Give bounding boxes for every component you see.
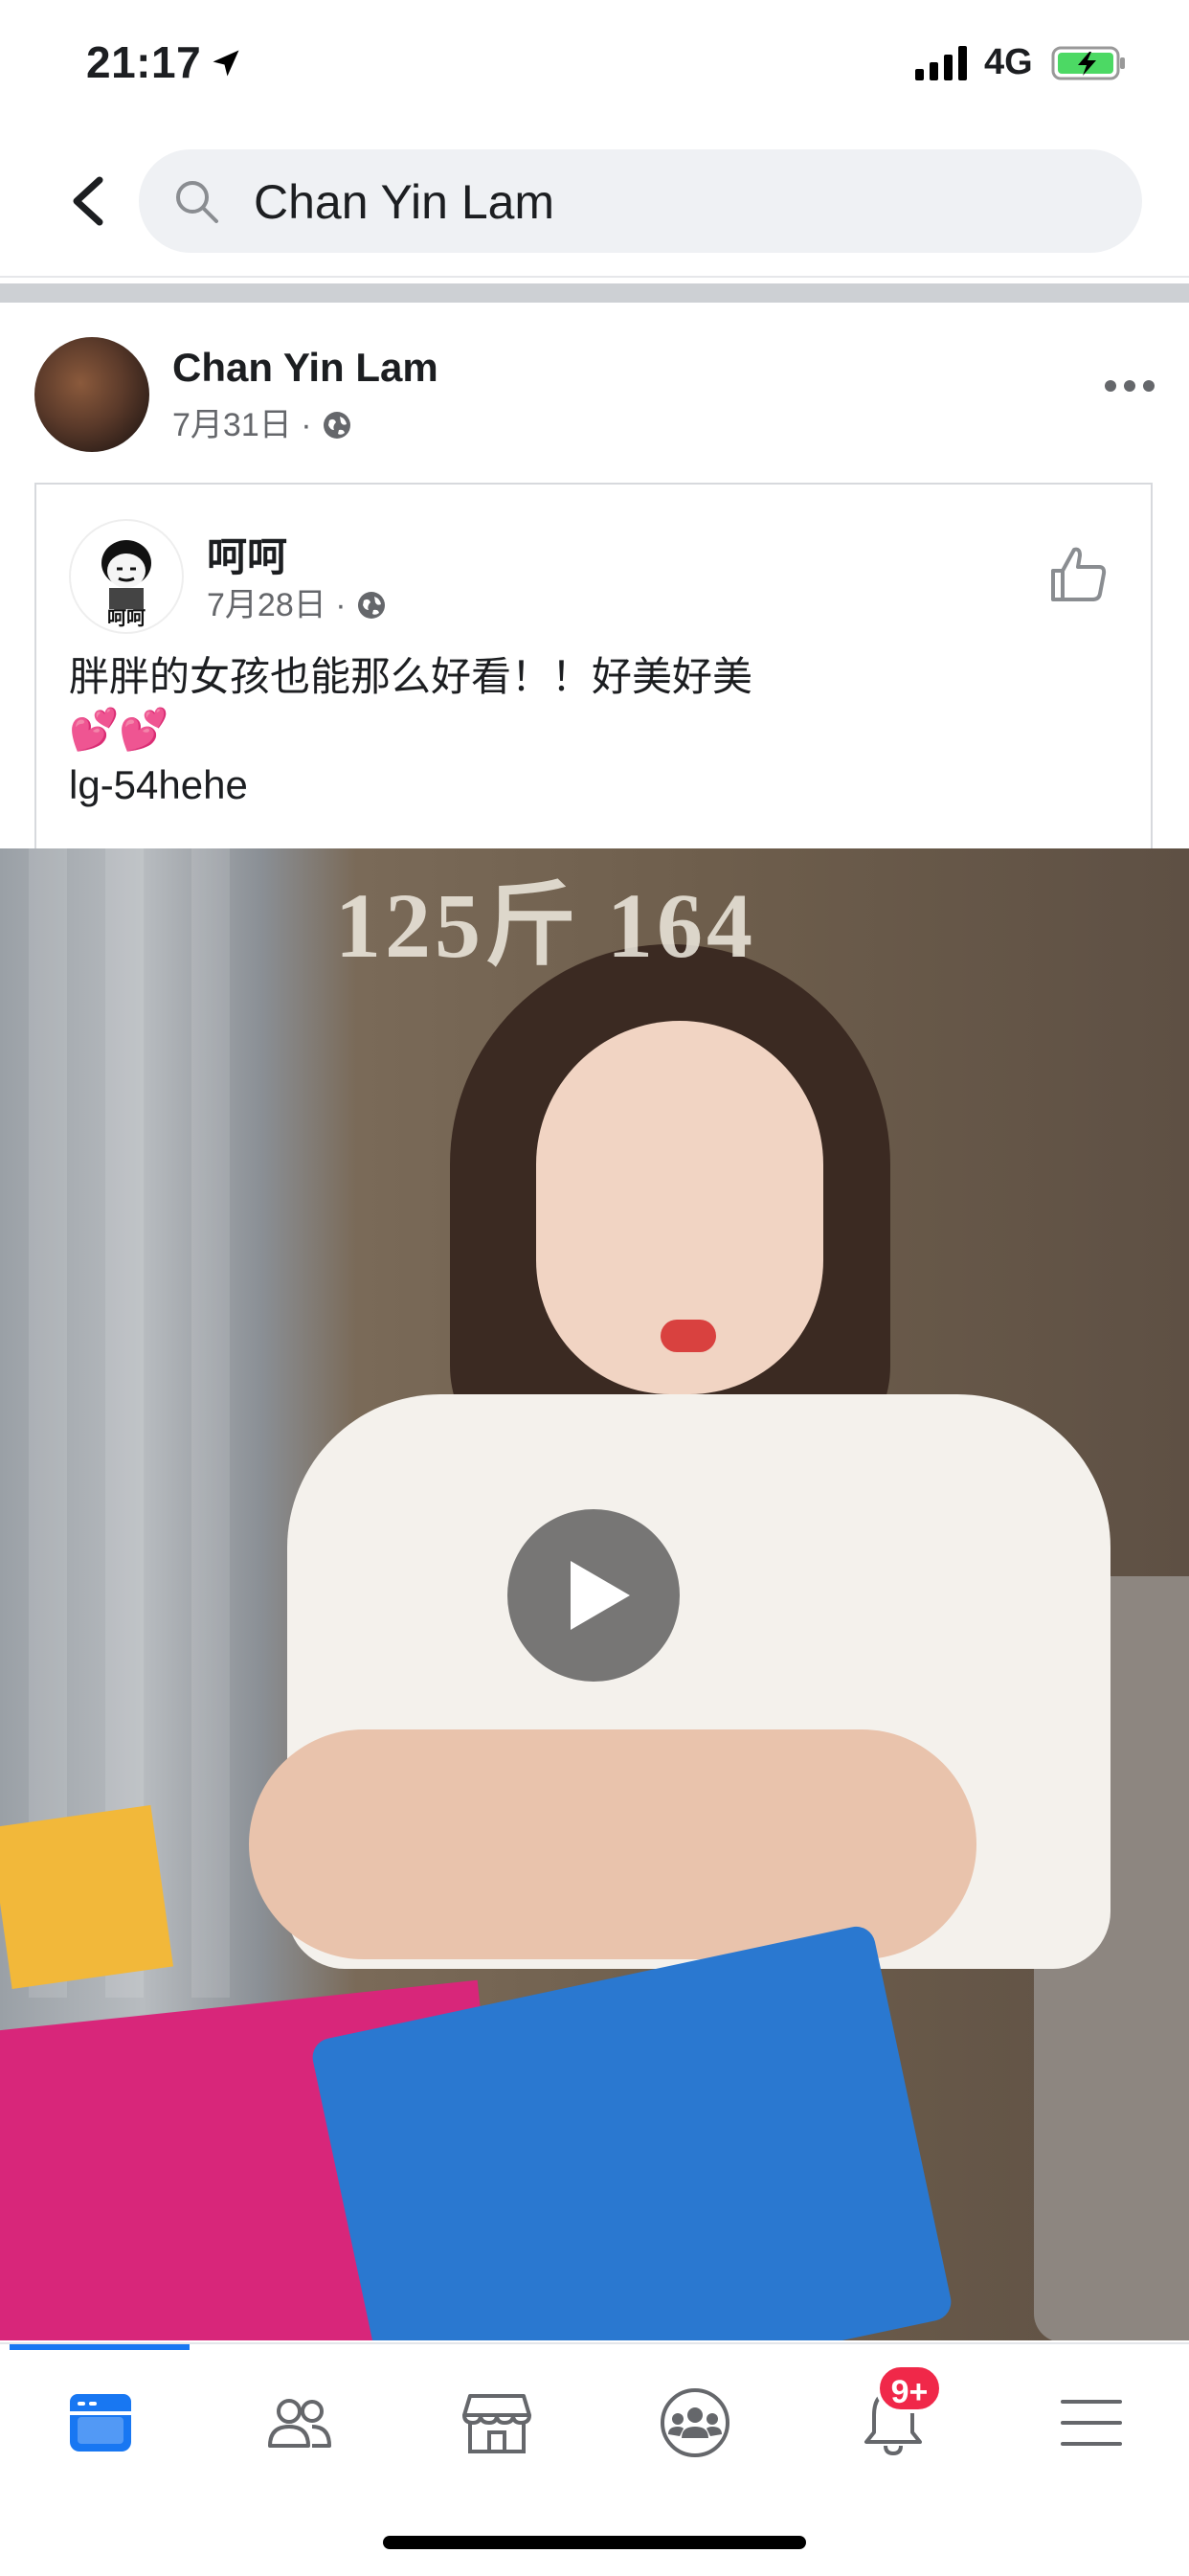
hearts-emoji: 💕💕	[69, 707, 169, 752]
tab-notifications[interactable]: 9+	[836, 2363, 951, 2469]
news-feed-icon	[70, 2394, 131, 2452]
globe-icon	[357, 592, 385, 619]
meme-face-icon: 呵呵	[101, 540, 151, 629]
meta-separator: ·	[301, 407, 312, 443]
post-header: Chan Yin Lam 7月31日 ·	[0, 316, 1189, 469]
tab-marketplace[interactable]	[439, 2373, 554, 2469]
shared-post-date[interactable]: 7月28日	[207, 587, 326, 623]
play-button[interactable]	[507, 1509, 680, 1682]
video-subject-belly	[249, 1729, 976, 1959]
video-player[interactable]: 125斤 164	[0, 848, 1189, 2340]
video-subject-lips	[661, 1320, 716, 1352]
shared-post-tag: lg-54hehe	[69, 762, 248, 807]
globe-icon	[323, 412, 350, 439]
post-date[interactable]: 7月31日	[172, 407, 292, 443]
search-icon	[176, 181, 218, 223]
shared-author-avatar[interactable]: 呵呵	[69, 519, 184, 634]
tab-news-feed[interactable]	[43, 2373, 158, 2469]
avatar-caption: 呵呵	[107, 606, 146, 629]
groups-icon	[661, 2388, 729, 2457]
like-thumb-icon[interactable]	[1047, 542, 1110, 605]
section-separator	[0, 283, 1189, 303]
friends-icon	[268, 2399, 331, 2448]
battery-charging-icon	[1051, 46, 1125, 80]
search-query: Chan Yin Lam	[254, 175, 555, 229]
author-avatar[interactable]	[34, 337, 149, 452]
home-indicator[interactable]	[383, 2536, 806, 2549]
search-input[interactable]: Chan Yin Lam	[139, 149, 1142, 253]
meta-separator: ·	[335, 587, 347, 623]
tab-friends[interactable]	[241, 2373, 356, 2469]
active-tab-indicator	[10, 2344, 190, 2350]
tab-menu[interactable]	[1034, 2373, 1149, 2469]
video-overlay-text: 125斤 164	[335, 874, 756, 977]
notification-badge: 9+	[876, 2363, 943, 2413]
network-type: 4G	[984, 42, 1033, 82]
author-name[interactable]: Chan Yin Lam	[172, 345, 438, 391]
shared-post-meta: 7月28日 ·	[207, 578, 388, 625]
post-meta: 7月31日 ·	[172, 398, 353, 445]
location-arrow-icon	[213, 50, 239, 77]
cellular-signal-icon	[915, 46, 967, 80]
snack-box	[0, 1804, 174, 1990]
tab-groups[interactable]	[638, 2373, 752, 2469]
menu-icon	[1061, 2400, 1122, 2446]
header-divider	[0, 276, 1189, 278]
back-arrow-icon[interactable]	[65, 172, 113, 230]
snack-bag-blue	[308, 1923, 955, 2340]
shared-post-card[interactable]: 呵呵 呵呵 7月28日 · 胖胖的女孩也能那么好看！！好美好美 💕💕 lg-54…	[34, 483, 1153, 848]
shared-author-name[interactable]: 呵呵	[207, 525, 287, 583]
more-options-icon[interactable]	[1101, 372, 1158, 400]
status-bar: 21:17 4G	[0, 0, 1189, 134]
search-header: Chan Yin Lam	[0, 144, 1189, 259]
curtain-fold	[191, 848, 230, 1998]
status-time: 21:17	[86, 37, 202, 87]
marketplace-icon	[462, 2394, 531, 2453]
play-icon	[571, 1561, 630, 1630]
shared-post-text: 胖胖的女孩也能那么好看！！好美好美	[69, 654, 753, 699]
